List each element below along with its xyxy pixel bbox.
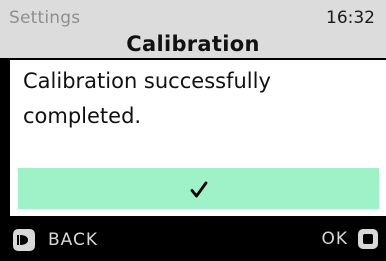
confirm-button[interactable] [18,168,379,209]
back-label: BACK [48,230,99,250]
page-title: Calibration [126,32,260,56]
ok-label: OK [321,229,348,249]
ok-button-icon [358,229,378,249]
checkmark-icon [190,181,207,197]
softkey-bar: BACK OK [0,217,386,261]
dialog-message: Calibration successfully completed. [23,69,271,128]
dialog-card: Calibration successfully completed. [10,60,386,216]
back-button-icon [13,229,35,251]
header-bar: Settings 16:32 Calibration [0,0,386,58]
clock-time: 16:32 [326,8,375,28]
ok-button[interactable]: OK [321,228,379,250]
section-label: Settings [9,8,81,28]
back-button[interactable]: BACK [12,228,98,252]
device-screen: Settings 16:32 Calibration Calibration s… [0,0,386,261]
